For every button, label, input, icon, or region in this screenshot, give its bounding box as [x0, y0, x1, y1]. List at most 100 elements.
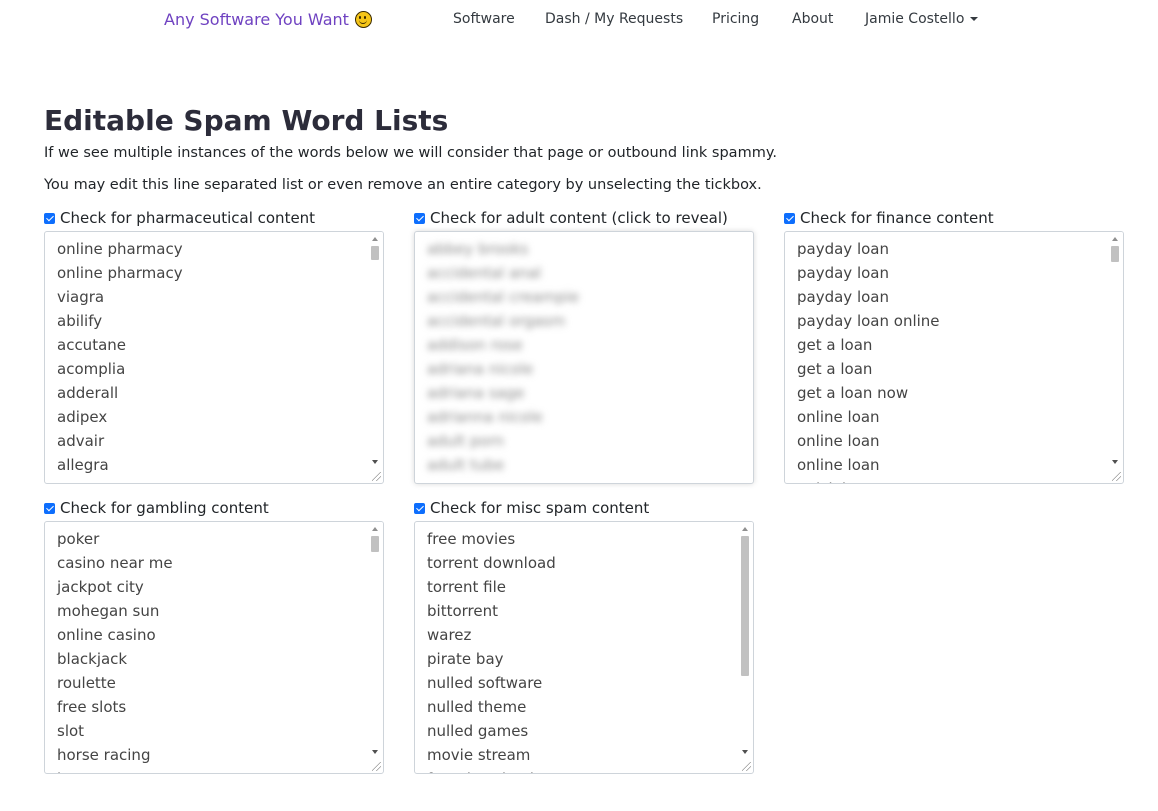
nav-link-about[interactable]: About — [792, 11, 833, 27]
list-item: warez — [427, 626, 472, 644]
list-item: movie stream — [427, 746, 531, 764]
list-item: pirate bay — [427, 650, 504, 668]
adult-checkbox-label[interactable]: Check for adult content (click to reveal… — [414, 208, 754, 228]
list-item: free movies — [427, 530, 516, 548]
list-item: online casino — [57, 626, 156, 644]
list-item: quick loan — [797, 477, 940, 483]
list-item: addison rose — [427, 336, 523, 354]
finance-checkbox-label[interactable]: Check for finance content — [784, 208, 1124, 228]
brand-text: Any Software You Want — [164, 10, 349, 29]
misc-checkbox[interactable] — [414, 502, 425, 514]
page-title: Editable Spam Word Lists — [44, 104, 449, 137]
list-item: payday loan — [797, 240, 889, 258]
list-item: abbey brooks — [427, 240, 529, 258]
gambling-label-text: Check for gambling content — [60, 499, 269, 517]
list-item: adult tube — [427, 456, 505, 474]
adult-label-text: Check for adult content (click to reveal… — [430, 209, 728, 227]
pharma-lines: online pharmacy online pharmacy viagra abil… — [57, 237, 183, 477]
scroll-down-icon[interactable] — [742, 750, 748, 754]
gambling-checkbox-label[interactable]: Check for gambling content — [44, 498, 384, 518]
resize-grip-icon[interactable] — [372, 762, 381, 771]
gambling-textarea[interactable]: poker casino near me jackpot city mohegan s… — [44, 521, 384, 774]
smiley-icon — [354, 11, 372, 28]
nav-link-pricing[interactable]: Pricing — [712, 11, 759, 27]
pharma-scrollbar[interactable] — [367, 232, 383, 469]
pharma-checkbox[interactable] — [44, 212, 55, 224]
list-item: acomplia — [57, 360, 126, 378]
scroll-up-icon[interactable] — [1112, 237, 1118, 241]
list-item: viagra — [57, 288, 105, 306]
gambling-checkbox[interactable] — [44, 502, 55, 514]
adult-textarea[interactable]: abbey brooks accidental anal accidental cr… — [414, 231, 754, 484]
gambling-lines: poker casino near me jackpot city mohegan s… — [57, 527, 173, 773]
list-item: online loan — [797, 456, 880, 474]
list-item: nulled theme — [427, 698, 527, 716]
list-item: online pharmacy — [57, 264, 183, 282]
finance-scroll-thumb[interactable] — [1111, 246, 1119, 262]
list-item: online loan — [797, 432, 880, 450]
pharma-panel: Check for pharmaceutical content online … — [44, 208, 384, 484]
list-item: accutane — [57, 336, 127, 354]
misc-lines: free movies torrent download torrent file b… — [427, 527, 556, 773]
list-item: accidental orgasm — [427, 312, 566, 330]
user-name: Jamie Costello — [865, 11, 965, 27]
list-item: bittorrent — [427, 602, 498, 620]
nav-link-software[interactable]: Software — [453, 11, 515, 27]
list-item: online pharmacy — [57, 240, 183, 258]
resize-grip-icon[interactable] — [1112, 472, 1121, 481]
misc-scroll-thumb[interactable] — [741, 536, 749, 676]
list-item: advair — [57, 432, 105, 450]
pharma-checkbox-label[interactable]: Check for pharmaceutical content — [44, 208, 384, 228]
scroll-down-icon[interactable] — [372, 460, 378, 464]
list-item: get a loan — [797, 336, 873, 354]
adult-lines: abbey brooks accidental anal accidental cr… — [427, 237, 579, 477]
caret-down-icon — [970, 17, 979, 21]
list-item: online loan — [797, 408, 880, 426]
navbar: Any Software You Want Software Dash / My… — [0, 0, 1158, 38]
adult-panel: Check for adult content (click to reveal… — [414, 208, 754, 484]
list-item: get a loan — [797, 360, 873, 378]
scroll-down-icon[interactable] — [372, 750, 378, 754]
list-item: payday loan — [797, 264, 889, 282]
gambling-panel: Check for gambling content poker casino n… — [44, 498, 384, 774]
list-item: abilify — [57, 312, 103, 330]
list-item: slot — [57, 722, 85, 740]
resize-grip-icon[interactable] — [372, 472, 381, 481]
gambling-scroll-thumb[interactable] — [371, 536, 379, 552]
finance-checkbox[interactable] — [784, 212, 795, 224]
scroll-up-icon[interactable] — [372, 527, 378, 531]
scroll-up-icon[interactable] — [742, 527, 748, 531]
gambling-scrollbar[interactable] — [367, 522, 383, 759]
list-item: casino near me — [57, 554, 173, 572]
user-menu[interactable]: Jamie Costello — [865, 11, 979, 27]
misc-textarea[interactable]: free movies torrent download torrent file b… — [414, 521, 754, 774]
misc-checkbox-label[interactable]: Check for misc spam content — [414, 498, 754, 518]
list-item: adriana nicole — [427, 360, 534, 378]
page-instructions: You may edit this line separated list or… — [44, 177, 762, 193]
brand-link[interactable]: Any Software You Want — [164, 10, 372, 29]
scroll-up-icon[interactable] — [372, 237, 378, 241]
list-item: adrianna nicole — [427, 408, 543, 426]
list-item: blackjack — [57, 650, 128, 668]
misc-panel: Check for misc spam content free movies t… — [414, 498, 754, 774]
pharma-scroll-thumb[interactable] — [371, 246, 379, 260]
list-item: adriana sage — [427, 384, 525, 402]
list-item: jackpot city — [57, 578, 144, 596]
adult-checkbox[interactable] — [414, 212, 425, 224]
nav-link-dash[interactable]: Dash / My Requests — [545, 11, 683, 27]
list-item: adult porn — [427, 432, 505, 450]
list-item: torrent file — [427, 578, 507, 596]
finance-scrollbar[interactable] — [1107, 232, 1123, 469]
list-item: payday loan online — [797, 312, 940, 330]
finance-textarea[interactable]: payday loan payday loan payday loan payday … — [784, 231, 1124, 484]
list-item: adipex — [57, 408, 108, 426]
page-description: If we see multiple instances of the word… — [44, 145, 777, 161]
resize-grip-icon[interactable] — [742, 762, 751, 771]
misc-scrollbar[interactable] — [737, 522, 753, 759]
list-item: adderall — [57, 384, 119, 402]
pharma-textarea[interactable]: online pharmacy online pharmacy viagra abil… — [44, 231, 384, 484]
list-item: free download — [427, 767, 556, 773]
list-item: payday loan — [797, 288, 889, 306]
scroll-down-icon[interactable] — [1112, 460, 1118, 464]
list-item: poker — [57, 530, 100, 548]
